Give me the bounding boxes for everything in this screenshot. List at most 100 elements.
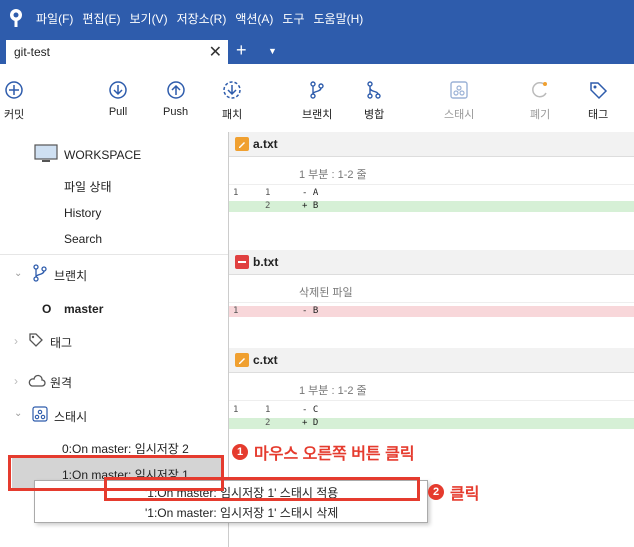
patch-label: 패치 (222, 109, 243, 121)
diff-line-added: 2 + B (229, 201, 634, 212)
menu-item-delete-stash[interactable]: '1:On master: 임시저장 1' 스태시 삭제 (145, 504, 338, 521)
stash-label: 스태시 (444, 109, 475, 121)
diff-line-added: 2 + D (229, 418, 634, 429)
remotes-label: 원격 (50, 376, 73, 390)
line-number: 1 (265, 405, 271, 415)
add-tab-button[interactable]: + (236, 40, 247, 61)
discard-button[interactable]: 폐기 (530, 80, 550, 122)
menu-help[interactable]: 도움말(H) (314, 10, 364, 27)
menu-tools[interactable]: 도구 (282, 10, 304, 27)
line-number: 1 (233, 306, 239, 316)
line-number: 2 (265, 201, 271, 211)
chevron-right-icon[interactable]: › (14, 374, 18, 388)
line-number: 1 (265, 188, 271, 198)
diff-line: 1 1 - C (229, 405, 634, 416)
annotation-step1: 1 마우스 오른쪽 버튼 클릭 (232, 440, 415, 464)
patch-icon (223, 81, 241, 99)
highlight-box-apply (104, 477, 420, 501)
discard-label: 폐기 (530, 109, 551, 121)
menu-file[interactable]: 파일(F) (36, 10, 73, 27)
chevron-down-icon[interactable]: ⌄ (14, 408, 22, 419)
pull-icon (109, 81, 127, 99)
pull-button[interactable]: Pull (108, 80, 128, 118)
push-icon (166, 81, 185, 99)
hunk-label: 1 부분 : 1-2 줄 (299, 385, 367, 397)
file-header-c[interactable]: c.txt (229, 348, 634, 373)
menu-edit[interactable]: 편집(E) (82, 10, 120, 27)
diff-line: 1 1 - A (229, 188, 634, 199)
menu-actions[interactable]: 액션(A) (235, 10, 273, 27)
branch-master-label: master (64, 302, 104, 316)
patch-button[interactable]: 패치 (222, 80, 242, 122)
branch-button[interactable]: 브랜치 (302, 80, 332, 122)
hunk-label: 1 부분 : 1-2 줄 (299, 169, 367, 181)
tab-git-test[interactable]: git-test ✕ (6, 40, 228, 64)
chevron-down-icon[interactable]: ▼ (268, 46, 277, 56)
modified-file-icon (235, 137, 249, 151)
stash-button[interactable]: 스태시 (444, 80, 474, 122)
hunk-header-c: 1 부분 : 1-2 줄 (229, 378, 634, 401)
line-number: 2 (265, 418, 271, 428)
tag-button[interactable]: 태그 (588, 80, 608, 122)
file-name-a: a.txt (253, 137, 278, 151)
chevron-down-icon[interactable]: ⌄ (14, 268, 22, 279)
pull-label: Pull (108, 106, 128, 118)
menu-repository[interactable]: 저장소(R) (177, 10, 227, 27)
modified-file-icon (235, 353, 249, 367)
stash-icon (32, 406, 48, 422)
merge-icon (367, 81, 381, 99)
file-header-a[interactable]: a.txt (229, 132, 634, 157)
monitor-icon (34, 144, 58, 162)
branch-icon (33, 264, 47, 282)
sidebar-item-history[interactable]: History (64, 206, 101, 220)
sidebar-item-file-status[interactable]: 파일 상태 (64, 178, 112, 195)
tab-bar: git-test ✕ (0, 36, 634, 64)
menu-bar: 파일(F) 편집(E) 보기(V) 저장소(R) 액션(A) 도구 도움말(H) (0, 0, 634, 36)
step1-number: 1 (232, 444, 248, 460)
line-code: - A (302, 188, 319, 198)
push-button[interactable]: Push (163, 80, 188, 118)
toolbar: 커밋 Pull Push 패치 브랜치 병합 스태시 폐기 태그 (0, 64, 634, 133)
line-code: + D (302, 418, 319, 428)
annotation-step2: 2 클릭 (428, 480, 479, 504)
chevron-right-icon[interactable]: › (14, 334, 18, 348)
step1-text: 마우스 오른쪽 버튼 클릭 (254, 446, 415, 463)
file-name-c: c.txt (253, 353, 278, 367)
close-icon[interactable]: ✕ (209, 42, 222, 62)
menu-view[interactable]: 보기(V) (129, 10, 167, 27)
discard-icon (532, 81, 548, 98)
deleted-file-icon (235, 255, 249, 269)
file-header-b[interactable]: b.txt (229, 250, 634, 275)
hunk-header-b: 삭제된 파일 (229, 280, 634, 303)
commit-icon (5, 81, 23, 99)
line-code: - C (302, 405, 319, 415)
tag-icon (29, 333, 43, 347)
tag-label: 태그 (588, 109, 609, 121)
tab-title: git-test (14, 45, 51, 59)
step2-number: 2 (428, 484, 444, 500)
merge-label: 병합 (364, 109, 385, 121)
current-branch-icon: O (42, 302, 52, 316)
sidebar-item-search[interactable]: Search (64, 232, 102, 246)
stash-icon (450, 81, 468, 99)
stashes-label: 스태시 (54, 410, 88, 424)
line-number: 1 (233, 188, 239, 198)
step2-text: 클릭 (450, 486, 480, 503)
divider (0, 254, 228, 255)
diff-line-removed: 1 - B (229, 306, 634, 317)
hunk-header-a: 1 부분 : 1-2 줄 (229, 162, 634, 185)
line-code: - B (302, 306, 319, 316)
merge-button[interactable]: 병합 (364, 80, 384, 122)
line-code: + B (302, 201, 319, 211)
workspace-label: WORKSPACE (64, 148, 142, 162)
branch-label: 브랜치 (302, 109, 333, 121)
commit-label: 커밋 (4, 109, 25, 121)
line-number: 1 (233, 405, 239, 415)
branches-label: 브랜치 (54, 269, 88, 283)
hunk-label: 삭제된 파일 (299, 287, 353, 299)
cloud-icon (28, 374, 46, 387)
file-name-b: b.txt (253, 255, 279, 269)
sourcetree-logo-icon (10, 9, 22, 27)
branch-icon (310, 81, 324, 99)
commit-button[interactable]: 커밋 (4, 80, 24, 122)
